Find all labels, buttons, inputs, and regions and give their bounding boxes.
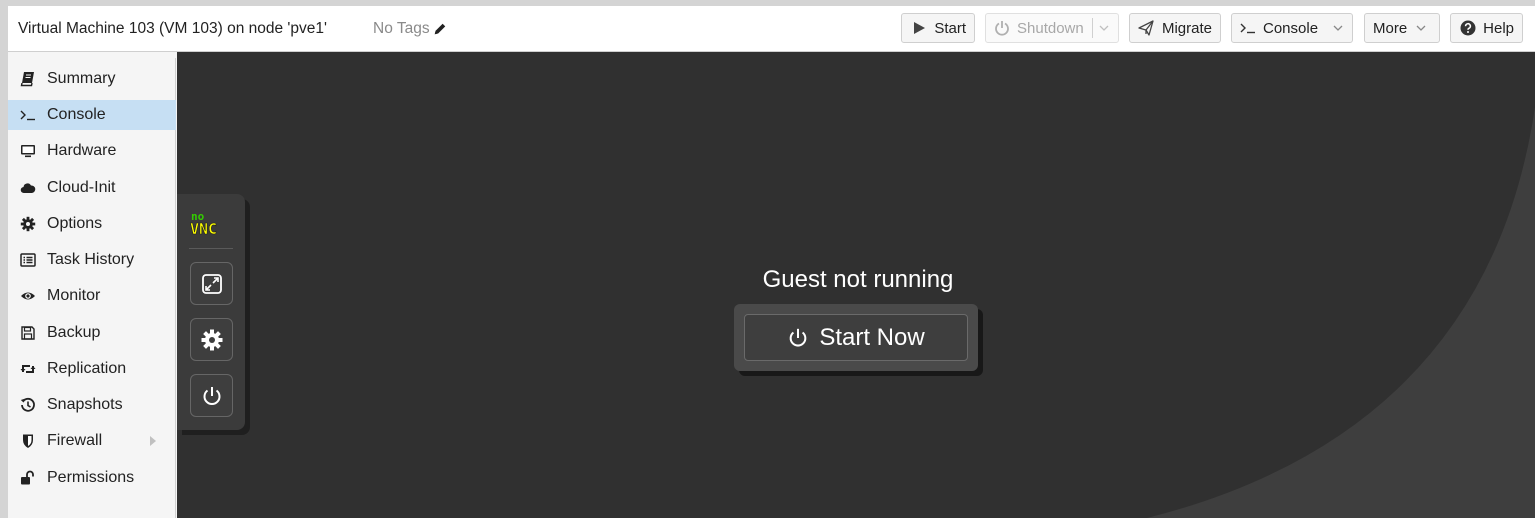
sidebar-item-snapshots[interactable]: Snapshots — [8, 390, 176, 420]
shield-icon — [18, 432, 38, 450]
header-toolbar: Virtual Machine 103 (VM 103) on node 'pv… — [8, 6, 1535, 52]
list-icon — [18, 251, 38, 269]
pencil-icon[interactable] — [433, 22, 447, 36]
retweet-icon — [18, 360, 38, 378]
migrate-button[interactable]: Migrate — [1129, 13, 1221, 43]
chevron-down-icon[interactable] — [1098, 22, 1110, 34]
sidebar-nav: Summary Console Hardware Cloud-Init Opti… — [8, 58, 176, 518]
floppy-icon — [18, 324, 38, 342]
console-button[interactable]: Console — [1231, 13, 1353, 43]
gear-icon — [18, 215, 38, 233]
terminal-icon — [18, 106, 38, 124]
chevron-down-icon — [1415, 22, 1427, 34]
page-title: Virtual Machine 103 (VM 103) on node 'pv… — [18, 20, 327, 37]
monitor-icon — [18, 142, 38, 160]
power-icon — [994, 19, 1010, 37]
power-icon — [789, 328, 807, 346]
power-icon — [203, 386, 220, 405]
expand-arrow-icon[interactable] — [148, 435, 158, 447]
tags-editor[interactable]: No Tags — [373, 20, 447, 38]
sidebar-item-hardware[interactable]: Hardware — [8, 136, 176, 166]
sidebar-item-cloud-init[interactable]: Cloud-Init — [8, 173, 176, 203]
guest-status-message: Guest not running — [762, 266, 954, 293]
cloud-icon — [18, 179, 38, 197]
sidebar-item-console[interactable]: Console — [8, 100, 176, 130]
console-viewport[interactable]: no VNC Guest not running Start Now — [177, 52, 1535, 518]
novnc-logo-vnc: VNC — [190, 220, 217, 238]
question-circle-icon — [1459, 19, 1476, 37]
sidebar-item-options[interactable]: Options — [8, 209, 176, 239]
sidebar-item-monitor[interactable]: Monitor — [8, 281, 176, 311]
book-icon — [18, 70, 38, 88]
more-button[interactable]: More — [1364, 13, 1440, 43]
sidebar-item-permissions[interactable]: Permissions — [8, 463, 176, 493]
eye-icon — [18, 287, 38, 305]
sidebar-item-summary[interactable]: Summary — [8, 64, 176, 94]
novnc-control-bar: no VNC — [177, 194, 245, 430]
chevron-down-icon[interactable] — [1332, 22, 1344, 34]
start-button[interactable]: Start — [901, 13, 975, 43]
vm-panel: Virtual Machine 103 (VM 103) on node 'pv… — [8, 6, 1535, 518]
fullscreen-button[interactable] — [190, 262, 233, 305]
sidebar-item-task-history[interactable]: Task History — [8, 245, 176, 275]
start-now-button[interactable]: Start Now — [744, 314, 968, 361]
help-button[interactable]: Help — [1450, 13, 1523, 43]
tags-label: No Tags — [373, 20, 430, 37]
novnc-separator — [189, 248, 233, 249]
fullscreen-icon — [201, 273, 222, 294]
shutdown-button[interactable]: Shutdown — [985, 13, 1119, 43]
history-icon — [18, 396, 38, 414]
sidebar-item-backup[interactable]: Backup — [8, 318, 176, 348]
novnc-power-button[interactable] — [190, 374, 233, 417]
novnc-settings-button[interactable] — [190, 318, 233, 361]
sidebar-item-firewall[interactable]: Firewall — [8, 426, 176, 456]
novnc-logo: no VNC — [190, 210, 218, 238]
gear-icon — [201, 329, 222, 350]
paper-plane-icon — [1138, 19, 1155, 37]
sidebar-item-replication[interactable]: Replication — [8, 354, 176, 384]
terminal-icon — [1240, 19, 1256, 37]
start-now-panel: Start Now — [734, 304, 978, 371]
unlock-icon — [18, 469, 38, 487]
play-icon — [910, 19, 927, 37]
